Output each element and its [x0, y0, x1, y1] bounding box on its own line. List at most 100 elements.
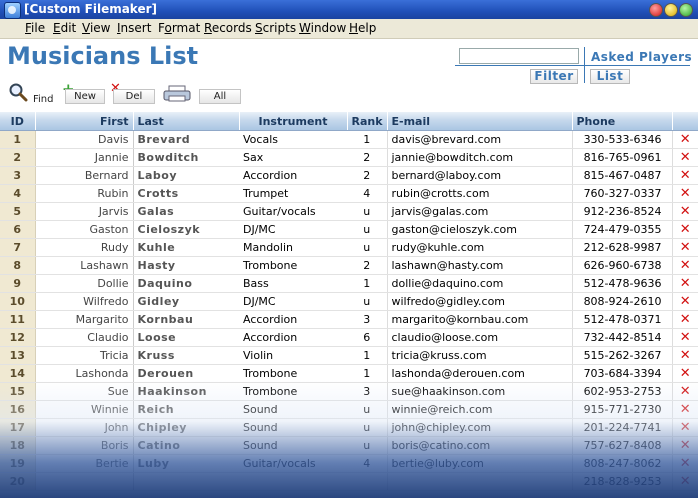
- cell-phone[interactable]: 330-533-6346: [571, 130, 672, 149]
- cell-rank[interactable]: u: [347, 220, 387, 239]
- cell-phone[interactable]: 201-224-7741: [571, 418, 672, 437]
- cell-email[interactable]: rubin@crotts.com: [386, 184, 572, 203]
- cell-instrument[interactable]: Sound: [239, 418, 347, 437]
- cell-email[interactable]: sue@haakinson.com: [386, 382, 572, 401]
- menu-item[interactable]: Insert: [117, 21, 151, 35]
- cell-first[interactable]: Gaston: [35, 220, 134, 239]
- table-row[interactable]: 2 Jannie Bowditch Sax 2 jannie@bowditch.com 81…: [0, 148, 698, 167]
- delete-row-icon[interactable]: ✕: [671, 220, 698, 239]
- all-button[interactable]: All: [199, 89, 241, 104]
- cell-first[interactable]: Claudio: [35, 328, 134, 347]
- cell-email[interactable]: john@chipley.com: [386, 418, 572, 437]
- cell-id[interactable]: 14: [0, 364, 36, 383]
- cell-instrument[interactable]: Accordion: [239, 166, 347, 185]
- cell-last[interactable]: Gidley: [133, 292, 239, 311]
- delete-row-icon[interactable]: ✕: [671, 472, 698, 491]
- cell-instrument[interactable]: Trumpet: [239, 184, 347, 203]
- instrument-field[interactable]: Bass: [243, 277, 269, 290]
- cell-email[interactable]: margarito@kornbau.com: [386, 310, 572, 329]
- cell-last[interactable]: Catino: [133, 436, 239, 455]
- cell-phone[interactable]: 816-765-0961: [571, 148, 672, 167]
- menu-item[interactable]: Format: [158, 21, 200, 35]
- cell-rank[interactable]: u: [347, 292, 387, 311]
- menu-item[interactable]: Edit: [53, 21, 76, 35]
- maximize-button[interactable]: [664, 3, 678, 17]
- cell-phone[interactable]: 512-478-0371: [571, 310, 672, 329]
- cell-phone[interactable]: 212-628-9987: [571, 238, 672, 257]
- cell-first[interactable]: Rudy: [35, 238, 134, 257]
- table-row[interactable]: 9 Dollie Daquino Bass 1 dollie@daquino.com 512…: [0, 274, 698, 293]
- cell-first[interactable]: Bernard: [35, 166, 134, 185]
- cell-id[interactable]: 15: [0, 382, 36, 401]
- table-row[interactable]: 1 Davis Brevard Vocals 1 davis@brevard.com 330…: [0, 130, 698, 149]
- cell-last[interactable]: [133, 472, 239, 491]
- table-row[interactable]: 17 John Chipley Sound u john@chipley.com 201-2…: [0, 418, 698, 437]
- cell-last[interactable]: Derouen: [133, 364, 239, 383]
- cell-rank[interactable]: u: [347, 418, 387, 437]
- cell-instrument[interactable]: Trombone: [239, 364, 347, 383]
- cell-rank[interactable]: u: [347, 436, 387, 455]
- cell-instrument[interactable]: Sound: [239, 436, 347, 455]
- instrument-field[interactable]: Accordion: [243, 169, 297, 182]
- table-row[interactable]: 4 Rubin Crotts Trumpet 4 rubin@crotts.com 760-…: [0, 184, 698, 203]
- delete-row-icon[interactable]: ✕: [671, 346, 698, 365]
- cell-last[interactable]: Luby: [133, 454, 239, 473]
- cell-first[interactable]: Winnie: [35, 400, 134, 419]
- cell-id[interactable]: 18: [0, 436, 36, 455]
- cell-last[interactable]: Kuhle: [133, 238, 239, 257]
- instrument-field[interactable]: Vocals: [243, 133, 278, 146]
- cell-rank[interactable]: 3: [347, 310, 387, 329]
- cell-id[interactable]: 19: [0, 454, 36, 473]
- cell-rank[interactable]: 4: [347, 454, 387, 473]
- menu-item[interactable]: Help: [349, 21, 376, 35]
- cell-phone[interactable]: 915-771-2730: [571, 400, 672, 419]
- cell-last[interactable]: Daquino: [133, 274, 239, 293]
- table-row[interactable]: 18 Boris Catino Sound u boris@catino.com 757-6…: [0, 436, 698, 455]
- cell-email[interactable]: wilfredo@gidley.com: [386, 292, 572, 311]
- cell-instrument[interactable]: Guitar/vocals: [239, 202, 347, 221]
- minimize-button[interactable]: [649, 3, 663, 17]
- instrument-field[interactable]: Trombone: [243, 385, 297, 398]
- cell-phone[interactable]: 757-627-8408: [571, 436, 672, 455]
- cell-phone[interactable]: 724-479-0355: [571, 220, 672, 239]
- table-row[interactable]: 10 Wilfredo Gidley DJ/MC u wilfredo@gidley.co…: [0, 292, 698, 311]
- instrument-field[interactable]: Trombone: [243, 259, 297, 272]
- cell-instrument[interactable]: Sound: [239, 400, 347, 419]
- delete-row-icon[interactable]: ✕: [671, 238, 698, 257]
- cell-first[interactable]: Tricia: [35, 346, 134, 365]
- cell-phone[interactable]: 815-467-0487: [571, 166, 672, 185]
- cell-email[interactable]: boris@catino.com: [386, 436, 572, 455]
- table-row[interactable]: 14 Lashonda Derouen Trombone 1 lashonda@derou…: [0, 364, 698, 383]
- search-input[interactable]: [459, 48, 579, 64]
- delete-row-icon[interactable]: ✕: [671, 310, 698, 329]
- cell-id[interactable]: 20: [0, 472, 36, 491]
- filter-button[interactable]: Filter: [530, 69, 578, 84]
- magnifier-icon[interactable]: [8, 82, 28, 102]
- cell-first[interactable]: Jannie: [35, 148, 134, 167]
- cell-instrument[interactable]: Violin: [239, 346, 347, 365]
- list-button[interactable]: List: [590, 69, 630, 84]
- cell-last[interactable]: Cieloszyk: [133, 220, 239, 239]
- cell-email[interactable]: rudy@kuhle.com: [386, 238, 572, 257]
- cell-last[interactable]: Chipley: [133, 418, 239, 437]
- menu-item[interactable]: File: [25, 21, 45, 35]
- delete-row-icon[interactable]: ✕: [671, 184, 698, 203]
- cell-instrument[interactable]: Trombone: [239, 256, 347, 275]
- cell-email[interactable]: gaston@cieloszyk.com: [386, 220, 572, 239]
- cell-id[interactable]: 9: [0, 274, 36, 293]
- cell-id[interactable]: 3: [0, 166, 36, 185]
- cell-last[interactable]: Haakinson: [133, 382, 239, 401]
- instrument-field[interactable]: Accordion: [243, 331, 297, 344]
- cell-last[interactable]: Loose: [133, 328, 239, 347]
- cell-phone[interactable]: 760-327-0337: [571, 184, 672, 203]
- cell-id[interactable]: 17: [0, 418, 36, 437]
- instrument-field[interactable]: DJ/MC: [243, 295, 276, 308]
- cell-last[interactable]: Laboy: [133, 166, 239, 185]
- cell-phone[interactable]: 602-953-2753: [571, 382, 672, 401]
- cell-first[interactable]: [35, 472, 134, 491]
- delete-row-icon[interactable]: ✕: [671, 382, 698, 401]
- menu-item[interactable]: Scripts: [255, 21, 296, 35]
- cell-first[interactable]: Bertie: [35, 454, 134, 473]
- delete-row-icon[interactable]: ✕: [671, 400, 698, 419]
- cell-first[interactable]: Dollie: [35, 274, 134, 293]
